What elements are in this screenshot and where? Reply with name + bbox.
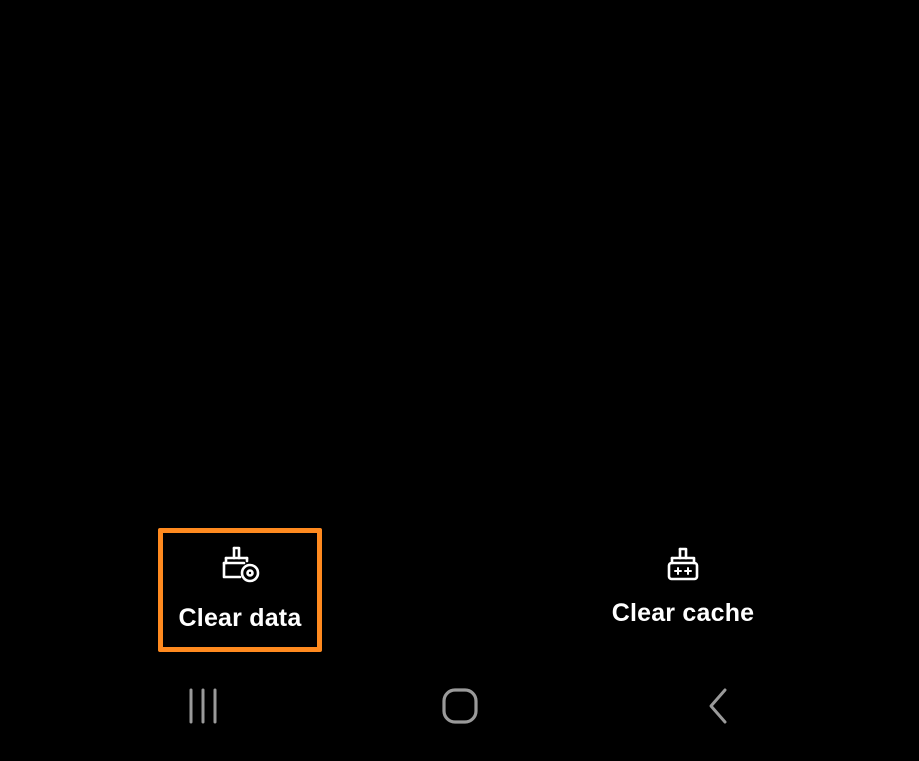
storage-action-bar: Clear data Clear cache	[0, 528, 919, 652]
home-button[interactable]	[420, 672, 500, 744]
back-button[interactable]	[678, 672, 758, 744]
clear-cache-button[interactable]: Clear cache	[592, 528, 774, 652]
clear-cache-label: Clear cache	[611, 599, 755, 627]
home-icon	[440, 686, 480, 731]
recents-button[interactable]	[163, 672, 243, 744]
clear-data-icon	[218, 544, 262, 588]
clear-cache-icon	[661, 544, 705, 588]
back-icon	[698, 686, 738, 731]
clear-data-label: Clear data	[178, 604, 302, 632]
clear-data-button[interactable]: Clear data	[158, 528, 322, 652]
system-navigation-bar	[0, 672, 919, 744]
app-info-screen: Clear data Clear cache	[0, 0, 919, 761]
recents-icon	[183, 686, 223, 731]
